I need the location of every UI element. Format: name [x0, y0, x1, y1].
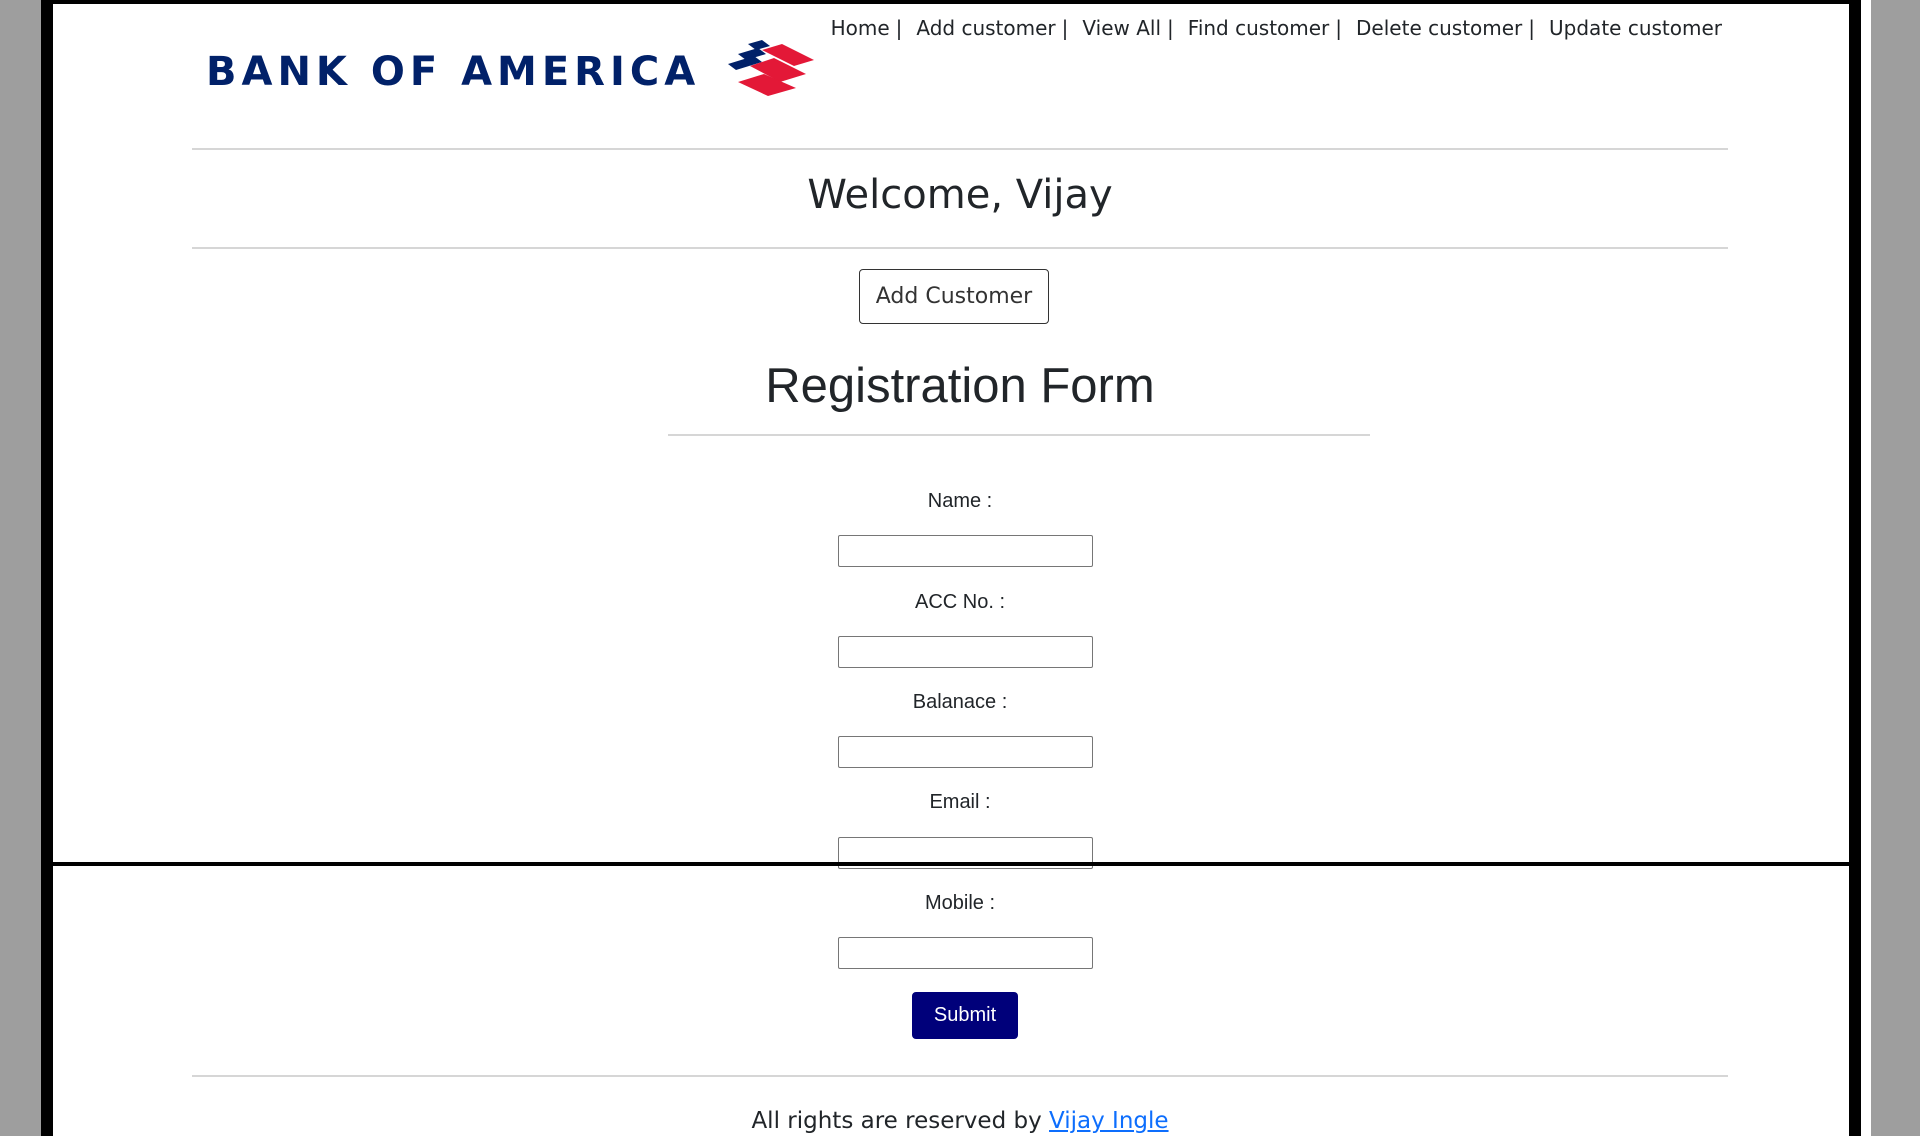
header-divider: [192, 148, 1728, 150]
nav-link-home[interactable]: Home: [831, 16, 890, 40]
footer-divider: [192, 1075, 1728, 1077]
nav-separator: |: [1335, 16, 1343, 40]
welcome-heading: Welcome, Vijay: [807, 172, 1113, 218]
footer-text: All rights are reserved by: [751, 1108, 1050, 1134]
nav-item-view-all: View All |: [1082, 16, 1187, 40]
nav-item-delete-customer: Delete customer |: [1356, 16, 1549, 40]
nav-link-add-customer[interactable]: Add customer: [916, 16, 1055, 40]
nav-separator: |: [895, 16, 903, 40]
viewport-split-line: [53, 862, 1849, 866]
nav-link-find-customer[interactable]: Find customer: [1188, 16, 1330, 40]
logo-wordmark: BANK OF AMERICA: [206, 48, 701, 95]
acc-no-label: ACC No. :: [914, 591, 1006, 613]
email-label: Email :: [929, 791, 991, 813]
name-field[interactable]: [838, 535, 1093, 567]
nav-separator: |: [1528, 16, 1536, 40]
bank-logo[interactable]: BANK OF AMERICA: [206, 38, 820, 105]
nav-separator: |: [1061, 16, 1069, 40]
name-label: Name :: [927, 490, 993, 512]
acc-no-field[interactable]: [838, 636, 1093, 668]
top-navigation: Home | Add customer | View All | Find custo…: [831, 16, 1722, 40]
nav-item-find-customer: Find customer |: [1188, 16, 1356, 40]
form-title-divider: [668, 434, 1370, 436]
page-content: Home | Add customer | View All | Find custo…: [53, 4, 1849, 1136]
flag-icon: [710, 38, 820, 105]
nav-item-home: Home |: [831, 16, 917, 40]
browser-viewport: Home | Add customer | View All | Find custo…: [0, 0, 1920, 1136]
nav-item-update-customer: Update customer|: [1549, 16, 1722, 40]
mobile-label: Mobile :: [924, 892, 996, 914]
add-customer-button[interactable]: Add Customer: [859, 269, 1049, 324]
nav-link-delete-customer[interactable]: Delete customer: [1356, 16, 1522, 40]
footer-author-link[interactable]: Vijay Ingle: [1049, 1108, 1169, 1134]
welcome-divider: [192, 247, 1728, 249]
nav-separator: |: [1167, 16, 1174, 40]
nav-link-view-all[interactable]: View All: [1082, 16, 1161, 40]
mobile-field[interactable]: [838, 937, 1093, 969]
footer: All rights are reserved by Vijay Ingle: [192, 1108, 1728, 1134]
nav-link-update-customer[interactable]: Update customer: [1549, 16, 1722, 40]
registration-form-title: Registration Form: [765, 359, 1155, 413]
frame-edge: [1861, 0, 1871, 1136]
balance-field[interactable]: [838, 736, 1093, 768]
balance-label: Balanace :: [912, 691, 1008, 713]
nav-item-add-customer: Add customer |: [916, 16, 1082, 40]
submit-button[interactable]: Submit: [912, 992, 1018, 1039]
